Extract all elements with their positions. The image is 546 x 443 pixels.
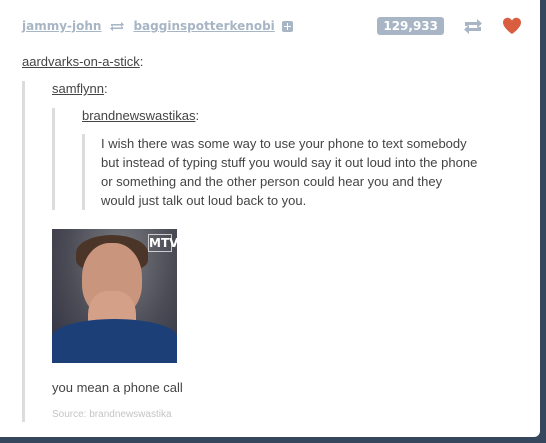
quote-line: would just talk out loud back to you. bbox=[101, 193, 307, 208]
source-label: Source: bbox=[52, 409, 87, 420]
post-body: aardvarks-on-a-stick: samflynn: brandnew… bbox=[22, 54, 522, 422]
blockquote-level-1: samflynn: brandnewswastikas: I wish ther… bbox=[22, 81, 522, 422]
poster-username[interactable]: jammy-john bbox=[22, 19, 101, 33]
reblog-icon bbox=[109, 21, 125, 32]
username-link[interactable]: samflynn bbox=[52, 81, 104, 96]
gif-shirt bbox=[52, 319, 177, 363]
reblog-attribution-1: aardvarks-on-a-stick: bbox=[22, 54, 522, 70]
mtv-logo: MTV bbox=[148, 234, 177, 252]
username-link[interactable]: aardvarks-on-a-stick bbox=[22, 54, 140, 69]
like-button[interactable] bbox=[502, 17, 522, 35]
quote-line: or something and the other person could … bbox=[101, 174, 443, 189]
heart-icon bbox=[503, 17, 521, 34]
plus-square-icon[interactable] bbox=[281, 20, 293, 32]
blockquote-level-3: I wish there was some way to use your ph… bbox=[82, 134, 521, 210]
reblog-attribution-3: brandnewswastikas: bbox=[82, 108, 522, 124]
source-link[interactable]: brandnewswastika bbox=[89, 409, 171, 420]
reblog-icon bbox=[464, 18, 482, 34]
reply-text: you mean a phone call bbox=[52, 380, 183, 395]
notes-count-badge[interactable]: 129,933 bbox=[377, 17, 444, 35]
post-header: jammy-john bagginspotterkenobi 129,933 bbox=[22, 8, 522, 44]
quoted-text: I wish there was some way to use your ph… bbox=[101, 134, 521, 210]
post-source: Source: brandnewswastika bbox=[52, 408, 522, 422]
quote-line: I wish there was some way to use your ph… bbox=[101, 136, 467, 151]
reblog-attribution-2: samflynn: bbox=[52, 81, 522, 97]
colon: : bbox=[104, 81, 108, 96]
reblog-button[interactable] bbox=[462, 18, 484, 35]
username-link[interactable]: brandnewswastikas bbox=[82, 108, 195, 123]
reblogged-from-username[interactable]: bagginspotterkenobi bbox=[133, 19, 274, 33]
post-card: jammy-john bagginspotterkenobi 129,933 a… bbox=[0, 0, 540, 437]
reaction-gif[interactable]: MTV bbox=[52, 229, 177, 363]
colon: : bbox=[139, 54, 144, 69]
colon: : bbox=[195, 108, 200, 123]
blockquote-level-2: brandnewswastikas: I wish there was some… bbox=[52, 108, 522, 210]
quote-line: but instead of typing stuff you would sa… bbox=[101, 155, 478, 170]
